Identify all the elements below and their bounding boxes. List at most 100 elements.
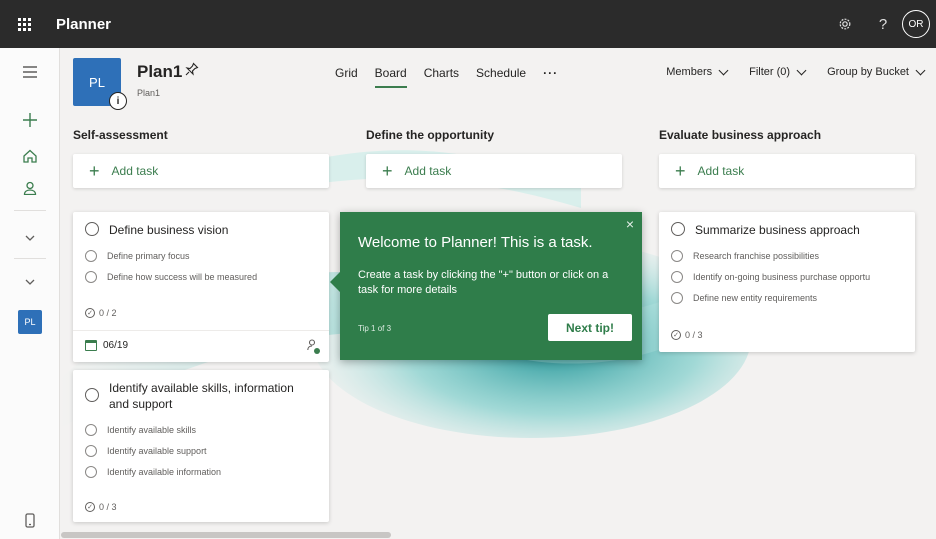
rail-divider: [14, 258, 46, 259]
tip-body: Create a task by clicking the "+" button…: [358, 269, 609, 296]
expand-favorites-button[interactable]: [0, 224, 60, 252]
checklist-checkbox[interactable]: [85, 445, 97, 457]
add-task-button[interactable]: + Add task: [366, 154, 622, 188]
chevron-down-icon: [915, 65, 926, 75]
group-by-button[interactable]: Group by Bucket: [827, 65, 926, 78]
group-by-label: Group by Bucket: [827, 66, 909, 78]
chevron-down-icon: [25, 279, 35, 285]
plan-group-name: Plan1: [137, 88, 161, 98]
checklist-progress: ✓ 0 / 2: [85, 308, 117, 318]
user-avatar[interactable]: OR: [902, 10, 930, 38]
checklist-progress: ✓ 0 / 3: [85, 502, 117, 512]
plus-icon: +: [675, 161, 686, 181]
bucket-title[interactable]: Self-assessment: [73, 128, 168, 142]
home-icon: [23, 149, 37, 163]
left-rail: PL: [0, 48, 60, 539]
tab-grid[interactable]: Grid: [335, 66, 358, 88]
board-area: PL i Plan1 Plan1 Grid Board Charts Sched…: [61, 48, 936, 539]
bucket-title[interactable]: Evaluate business approach: [659, 128, 821, 142]
pin-icon: [185, 62, 199, 76]
task-title: Summarize business approach: [695, 223, 860, 237]
chevron-down-icon: [25, 235, 35, 241]
add-task-label: Add task: [404, 164, 452, 178]
checklist-checkbox[interactable]: [671, 271, 683, 283]
checklist-item: Identify available support: [107, 446, 207, 456]
mobile-app-button[interactable]: [0, 506, 60, 534]
app-title[interactable]: Planner: [56, 16, 111, 33]
complete-task-checkbox[interactable]: [85, 388, 99, 402]
members-label: Members: [666, 66, 713, 78]
close-tip-button[interactable]: ×: [626, 216, 634, 232]
checklist-item: Identify on-going business purchase oppo…: [693, 272, 871, 282]
checklist-progress: ✓ 0 / 3: [671, 330, 703, 340]
app-launcher-button[interactable]: [0, 0, 48, 48]
teaching-bubble: × Welcome to Planner! This is a task. Cr…: [330, 212, 642, 360]
tip-counter: Tip 1 of 3: [358, 324, 392, 333]
planner-hub-button[interactable]: [0, 142, 60, 170]
task-title: Define business vision: [109, 223, 229, 237]
rail-plan-badge[interactable]: PL: [18, 310, 42, 334]
complete-task-checkbox[interactable]: [671, 222, 685, 236]
checkmark-icon: ✓: [85, 308, 95, 318]
add-task-label: Add task: [111, 164, 159, 178]
new-plan-button[interactable]: [0, 106, 60, 134]
task-card[interactable]: Summarize business approach Research fra…: [659, 212, 915, 352]
tip-title: Welcome to Planner! This is a task.: [358, 234, 593, 251]
my-tasks-button[interactable]: [0, 174, 60, 202]
assign-plus-icon: [314, 348, 320, 354]
more-views-button[interactable]: ···: [543, 66, 558, 88]
checklist-item: Define new entity requirements: [693, 293, 818, 303]
rail-divider: [14, 210, 46, 211]
waffle-icon: [17, 17, 31, 31]
horizontal-scrollbar[interactable]: [61, 532, 391, 538]
task-card[interactable]: Define business vision Define primary fo…: [73, 212, 329, 362]
card-footer: 06/19: [73, 330, 329, 362]
pin-button[interactable]: [185, 62, 199, 79]
plan-name[interactable]: Plan1: [137, 62, 182, 82]
view-tabs: Grid Board Charts Schedule ···: [335, 66, 558, 88]
complete-task-checkbox[interactable]: [85, 222, 99, 236]
checklist-item: Define primary focus: [107, 251, 190, 261]
checklist-checkbox[interactable]: [671, 250, 683, 262]
filter-label: Filter (0): [749, 66, 791, 78]
help-icon: ?: [878, 15, 888, 33]
calendar-icon: [85, 340, 97, 351]
checklist-progress-value: 0 / 3: [685, 330, 703, 340]
header-actions: Members Filter (0) Group by Bucket: [644, 65, 926, 78]
bucket-title[interactable]: Define the opportunity: [366, 128, 494, 142]
add-task-button[interactable]: + Add task: [73, 154, 329, 188]
phone-icon: [25, 512, 35, 528]
plan-header: PL i Plan1 Plan1 Grid Board Charts Sched…: [61, 48, 936, 120]
checklist-checkbox[interactable]: [671, 292, 683, 304]
next-tip-button[interactable]: Next tip!: [548, 314, 632, 341]
checklist-item: Identify available skills: [107, 425, 197, 435]
plus-icon: [23, 113, 37, 127]
checkmark-icon: ✓: [85, 502, 95, 512]
app-header: Planner ? OR: [0, 0, 936, 48]
tab-board[interactable]: Board: [374, 66, 407, 88]
tab-charts[interactable]: Charts: [424, 66, 459, 88]
checklist-checkbox[interactable]: [85, 250, 97, 262]
checklist-checkbox[interactable]: [85, 424, 97, 436]
person-icon: [23, 181, 37, 195]
plan-info-icon[interactable]: i: [109, 92, 127, 110]
settings-button[interactable]: [826, 0, 864, 48]
due-date[interactable]: 06/19: [85, 340, 128, 351]
add-task-button[interactable]: + Add task: [659, 154, 915, 188]
filter-button[interactable]: Filter (0): [749, 65, 807, 78]
checkmark-icon: ✓: [671, 330, 681, 340]
checklist-item: Research franchise possibilities: [693, 251, 820, 261]
add-task-label: Add task: [697, 164, 745, 178]
checklist-item: Identify available information: [107, 467, 222, 477]
collapse-nav-button[interactable]: [0, 58, 60, 86]
task-title: Identify available skills, information a…: [109, 381, 294, 411]
members-button[interactable]: Members: [666, 65, 729, 78]
checklist-progress-value: 0 / 2: [99, 308, 117, 318]
task-card[interactable]: Identify available skills, information a…: [73, 370, 329, 522]
plus-icon: +: [382, 161, 393, 181]
expand-plans-button[interactable]: [0, 268, 60, 296]
tab-schedule[interactable]: Schedule: [476, 66, 526, 88]
help-button[interactable]: ?: [864, 0, 902, 48]
checklist-checkbox[interactable]: [85, 271, 97, 283]
checklist-checkbox[interactable]: [85, 466, 97, 478]
